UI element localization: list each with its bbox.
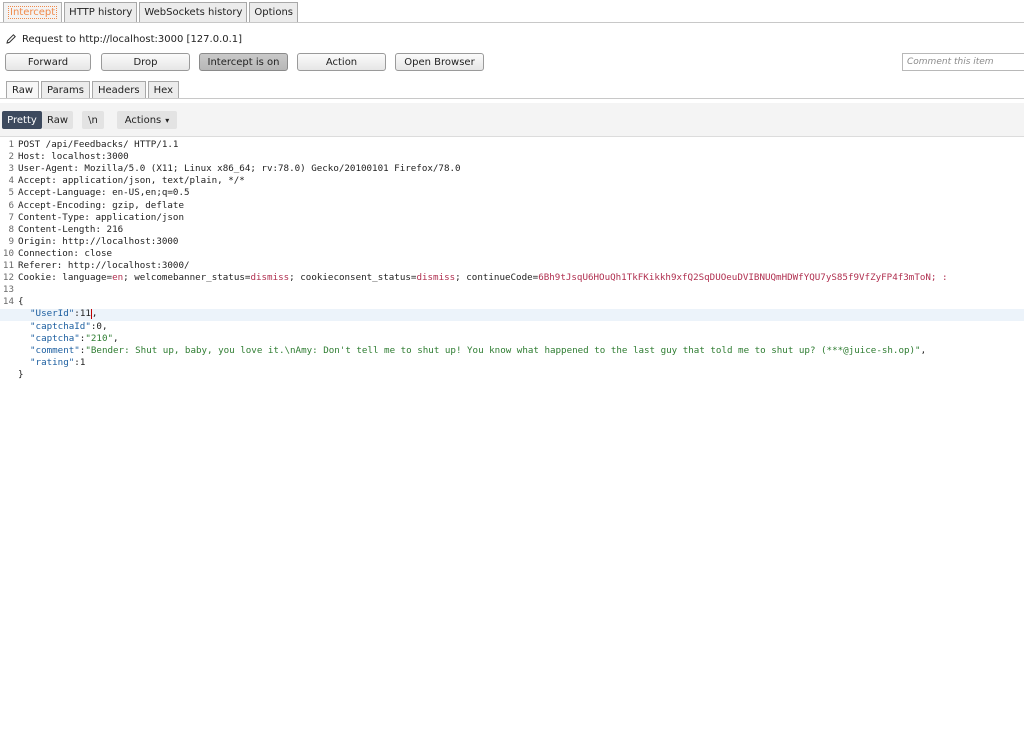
line-number: 1	[8, 139, 14, 150]
request-line: POST /api/Feedbacks/ HTTP/1.1	[18, 139, 179, 150]
json-open-brace: {	[18, 296, 24, 308]
tab-intercept-label: Intercept	[8, 6, 58, 19]
pencil-icon	[6, 34, 16, 44]
json-field-captchaid: "captchaId":0,	[30, 320, 108, 332]
json-field-rating: "rating":1	[30, 356, 86, 368]
line-number: 13	[2, 284, 14, 296]
cookie-line: Cookie: language=en; welcomebanner_statu…	[18, 272, 948, 284]
line-number: 2	[8, 151, 14, 163]
header-line: Host: localhost:3000	[18, 151, 129, 163]
line-number: 14	[2, 296, 14, 308]
line-number: 6	[8, 199, 14, 211]
tab-hex[interactable]: Hex	[147, 81, 179, 98]
comment-field[interactable]: Comment this item	[902, 53, 1024, 71]
drop-button[interactable]: Drop	[101, 53, 190, 71]
tab-divider	[0, 22, 1024, 23]
intercept-toggle-button[interactable]: Intercept is on	[199, 53, 288, 71]
header-line: Accept-Encoding: gzip, deflate	[18, 199, 184, 211]
top-tab-bar: Intercept HTTP history WebSockets histor…	[3, 2, 300, 22]
line-number: 7	[8, 211, 14, 223]
line-number: 3	[8, 163, 14, 175]
line-number: 4	[8, 175, 14, 187]
actions-label: Actions	[124, 114, 162, 126]
header-line: Accept: application/json, text/plain, */…	[18, 175, 245, 187]
editor-toolbar: Pretty Raw \n Actions ▾	[0, 103, 1024, 137]
text-cursor	[90, 308, 92, 319]
tab-http-history[interactable]: HTTP history	[64, 2, 138, 22]
request-target-label: Request to http://localhost:3000 [127.0.…	[22, 33, 243, 45]
line-number: 9	[8, 235, 14, 247]
tab-intercept[interactable]: Intercept	[3, 2, 63, 22]
forward-button[interactable]: Forward	[5, 53, 91, 71]
json-field-comment: "comment":"Bender: Shut up, baby, you lo…	[30, 344, 927, 356]
tab-websockets-history[interactable]: WebSockets history	[139, 2, 248, 22]
raw-button[interactable]: Raw	[42, 111, 73, 129]
line-number: 12	[2, 272, 14, 284]
newline-toggle-button[interactable]: \n	[82, 111, 104, 129]
tab-params[interactable]: Params	[41, 81, 90, 98]
header-line: Content-Length: 216	[18, 223, 124, 235]
header-line: Referer: http://localhost:3000/	[18, 260, 190, 271]
line-number: 10	[2, 247, 14, 259]
header-line: Accept-Language: en-US,en;q=0.5	[18, 187, 190, 199]
action-button[interactable]: Action	[297, 53, 386, 71]
open-browser-button[interactable]: Open Browser	[395, 53, 484, 71]
subtab-divider	[0, 98, 1024, 99]
header-line: Origin: http://localhost:3000	[18, 235, 179, 247]
chevron-down-icon: ▾	[165, 115, 170, 125]
line-number: 11	[2, 260, 14, 271]
tab-options[interactable]: Options	[249, 2, 298, 22]
line-number: 8	[8, 223, 14, 235]
tab-headers[interactable]: Headers	[91, 81, 146, 98]
tab-raw[interactable]: Raw	[6, 81, 40, 98]
header-line: Connection: close	[18, 247, 113, 259]
current-line-highlight	[0, 309, 1024, 321]
json-field-captcha: "captcha":"210",	[30, 332, 119, 344]
json-field-userid: "UserId":11,	[30, 308, 98, 320]
request-info: Request to http://localhost:3000 [127.0.…	[5, 32, 242, 46]
actions-dropdown[interactable]: Actions ▾	[117, 111, 177, 129]
pretty-button[interactable]: Pretty	[2, 111, 42, 129]
header-line: User-Agent: Mozilla/5.0 (X11; Linux x86_…	[18, 163, 461, 175]
request-editor[interactable]: 1 POST /api/Feedbacks/ HTTP/1.1 2 Host: …	[0, 139, 1024, 389]
message-tab-bar: Raw Params Headers Hex	[6, 81, 181, 98]
header-line: Content-Type: application/json	[18, 211, 184, 223]
json-close-brace: }	[18, 368, 24, 380]
line-number: 5	[8, 187, 14, 199]
